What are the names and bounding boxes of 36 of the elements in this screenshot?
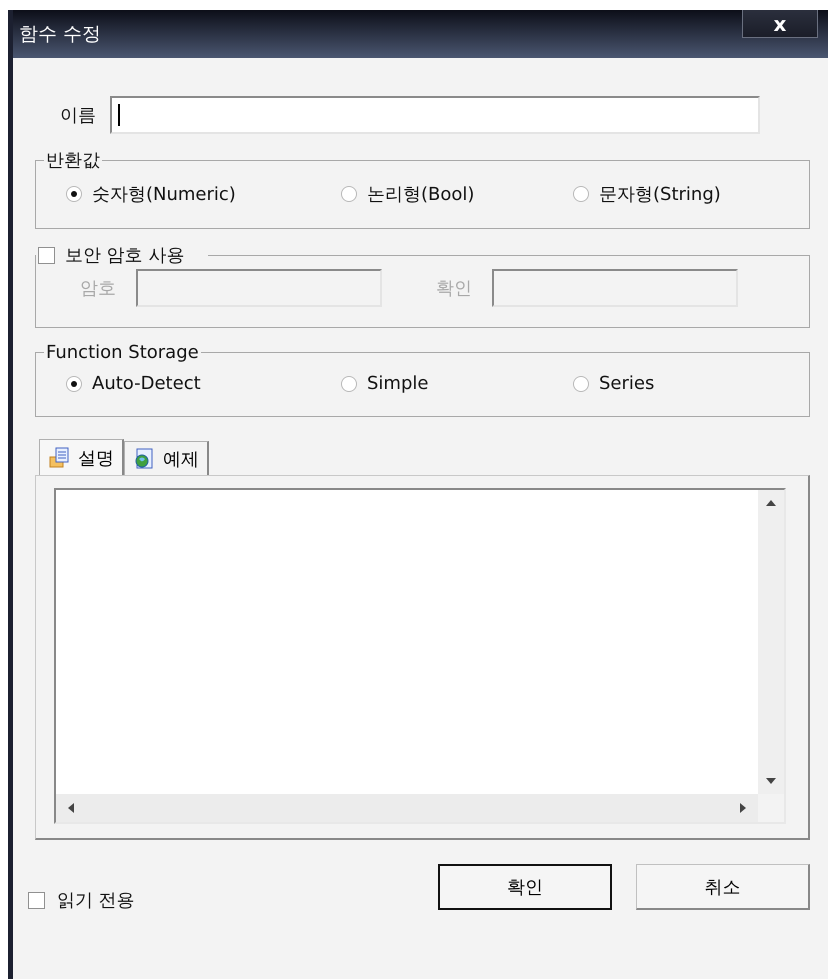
ok-button[interactable]: 확인 — [438, 864, 612, 910]
scroll-left-icon[interactable] — [68, 803, 74, 813]
tab[interactable]: 설명 — [39, 439, 124, 475]
group-label: Function Storage — [45, 342, 200, 363]
checkbox[interactable] — [28, 892, 45, 908]
window-title: 함수 수정 — [18, 22, 102, 47]
scroll-up-icon[interactable] — [766, 500, 776, 506]
radio-button[interactable] — [341, 376, 357, 392]
field-label: 이름 — [60, 104, 96, 127]
name-field[interactable] — [110, 96, 760, 134]
radio-label: 문자형(String) — [599, 183, 721, 206]
group-label: 반환값 — [45, 149, 101, 172]
radio-button[interactable] — [341, 186, 357, 202]
checkbox-label: 보안 암호 사용 — [65, 244, 184, 267]
vertical-scrollbar[interactable] — [758, 490, 784, 794]
close-button[interactable]: x — [742, 10, 818, 38]
cancel-button[interactable]: 취소 — [636, 864, 810, 910]
checkbox[interactable] — [38, 246, 55, 264]
radio-label: Auto-Detect — [92, 373, 201, 394]
radio-button[interactable] — [573, 186, 589, 202]
radio-label: Simple — [367, 373, 428, 394]
radio-label: 논리형(Bool) — [367, 183, 474, 206]
scroll-right-icon[interactable] — [740, 803, 746, 813]
scroll-down-icon[interactable] — [766, 778, 776, 784]
horizontal-scrollbar[interactable] — [56, 794, 758, 822]
tab[interactable]: 예제 — [124, 441, 209, 475]
checkbox-label: 읽기 전용 — [57, 889, 135, 912]
radio-button[interactable] — [573, 376, 589, 392]
radio-button[interactable] — [66, 376, 82, 392]
radio-label: 숫자형(Numeric) — [92, 183, 236, 206]
documents-icon — [48, 446, 70, 468]
field-label: 암호 — [80, 277, 116, 300]
radio-button[interactable] — [66, 186, 82, 202]
radio-label: Series — [599, 373, 654, 394]
field-label: 확인 — [436, 277, 472, 300]
globe-page-icon — [133, 448, 155, 470]
